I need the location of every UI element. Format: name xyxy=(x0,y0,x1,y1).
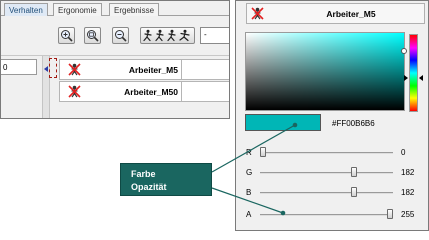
slider-track-r[interactable] xyxy=(260,152,393,154)
list-item[interactable]: Arbeiter_M50 xyxy=(59,81,229,102)
object-list: 0 Arbeiter_M5 Arbeiter_M50 xyxy=(1,55,229,118)
slider-thumb-r[interactable] xyxy=(260,147,266,157)
toolbar-select[interactable]: - xyxy=(200,27,229,44)
hex-value[interactable]: #FF00B6B6 xyxy=(332,119,375,128)
selection-marker xyxy=(49,58,57,78)
simulation-button[interactable] xyxy=(140,27,195,44)
callout-line-2: Opazität xyxy=(131,182,167,192)
tab-verhalten[interactable]: Verhalten xyxy=(4,3,48,16)
annotation-callout: Farbe Opazität xyxy=(120,163,212,196)
slider-track-a[interactable] xyxy=(260,214,393,216)
slider-track-b[interactable] xyxy=(260,192,393,194)
scroll-arrow-icon[interactable] xyxy=(44,66,48,72)
row-value-cell[interactable] xyxy=(181,82,229,101)
saturation-value-picker[interactable] xyxy=(245,32,407,111)
tab-bar: Verhalten Ergonomie Ergebnisse xyxy=(1,1,229,16)
zoom-fit-button[interactable] xyxy=(84,27,101,44)
zoom-out-button[interactable] xyxy=(112,27,129,44)
callout-line-1: Farbe xyxy=(131,169,156,179)
slider-thumb-g[interactable] xyxy=(350,167,357,177)
zoom-in-button[interactable] xyxy=(58,27,75,44)
previous-column-value: 0 xyxy=(3,63,8,72)
color-swatch xyxy=(245,114,321,131)
slider-label-g: G xyxy=(246,168,253,177)
zoom-out-icon xyxy=(115,30,127,42)
tab-ergebnisse[interactable]: Ergebnisse xyxy=(109,3,160,16)
previous-column-cell: 0 xyxy=(1,59,37,75)
slider-label-a: A xyxy=(246,210,252,219)
walking-figures-icon xyxy=(143,29,190,42)
timeline-panel: Verhalten Ergonomie Ergebnisse - 0 Arbei… xyxy=(0,0,230,119)
hue-slider[interactable] xyxy=(409,34,418,112)
row-name: Arbeiter_M5 xyxy=(128,65,178,75)
slider-value-g: 182 xyxy=(401,168,415,177)
row-value-cell[interactable] xyxy=(181,60,229,79)
slider-label-b: B xyxy=(246,188,252,197)
worker-disabled-icon xyxy=(251,7,264,22)
tab-ergonomie[interactable]: Ergonomie xyxy=(53,3,102,16)
slider-value-b: 182 xyxy=(401,188,415,197)
slider-value-a: 255 xyxy=(401,210,415,219)
toolbar: - xyxy=(1,17,229,54)
saturation-value-handle[interactable] xyxy=(401,48,407,54)
slider-label-r: R xyxy=(246,148,252,157)
list-item[interactable]: Arbeiter_M5 xyxy=(59,59,229,80)
slider-thumb-a[interactable] xyxy=(387,209,393,219)
slider-thumb-b[interactable] xyxy=(350,187,357,197)
zoom-fit-icon xyxy=(87,30,99,42)
color-panel-header: Arbeiter_M5 xyxy=(246,3,425,24)
hue-marker-left-icon[interactable] xyxy=(404,75,408,81)
zoom-in-icon xyxy=(61,30,73,42)
row-name: Arbeiter_M50 xyxy=(124,87,178,97)
color-panel-title: Arbeiter_M5 xyxy=(326,9,376,19)
slider-track-g[interactable] xyxy=(260,172,393,174)
slider-value-r: 0 xyxy=(401,148,406,157)
hue-marker-right-icon[interactable] xyxy=(419,75,423,81)
color-picker-panel: Arbeiter_M5 #FF00B6B6 R 0 G 182 B 182 A … xyxy=(235,0,429,231)
